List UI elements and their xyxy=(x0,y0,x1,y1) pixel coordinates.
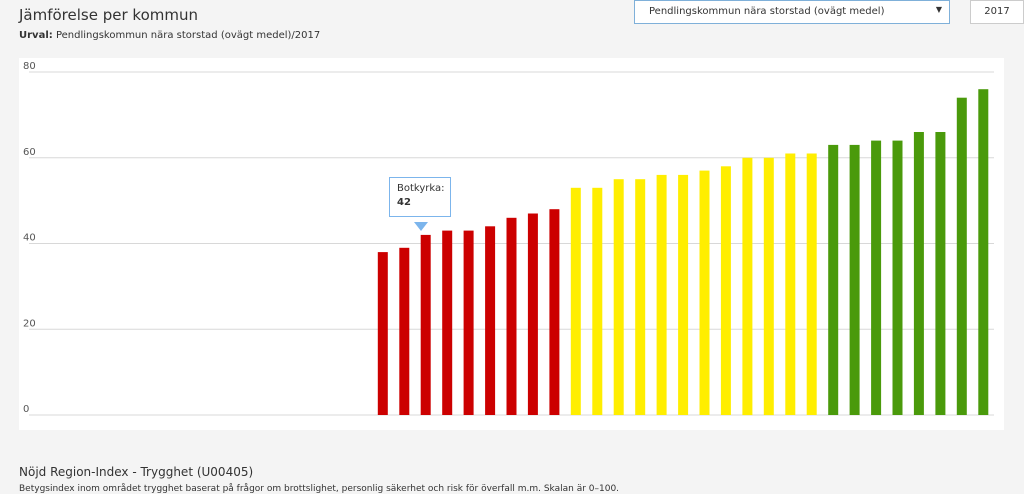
y-tick-label: 60 xyxy=(23,147,36,158)
bar-yellow[interactable] xyxy=(742,157,753,416)
bar-green[interactable] xyxy=(892,140,903,415)
bar-yellow[interactable] xyxy=(592,187,603,415)
section-description: Betygsindex inom området trygghet basera… xyxy=(19,484,620,494)
bar-red[interactable] xyxy=(527,213,538,416)
tooltip-name: Botkyrka: xyxy=(397,183,445,194)
chevron-down-icon: ▼ xyxy=(935,5,942,14)
bar-green[interactable] xyxy=(828,144,839,415)
bar-yellow[interactable] xyxy=(570,187,581,415)
section-title: Nöjd Region-Index - Trygghet (U00405) xyxy=(19,465,254,479)
bar-yellow[interactable] xyxy=(613,179,624,415)
bar-yellow[interactable] xyxy=(785,153,796,416)
y-tick-label: 0 xyxy=(23,404,29,415)
group-select[interactable]: Pendlingskommun nära storstad (ovägt med… xyxy=(634,0,950,24)
bar-green[interactable] xyxy=(913,132,924,415)
tooltip-value: 42 xyxy=(397,197,411,208)
bar-yellow[interactable] xyxy=(656,174,667,415)
bar-green[interactable] xyxy=(978,89,989,415)
subtitle-label: Urval: xyxy=(19,30,53,41)
bar-green[interactable] xyxy=(935,132,946,415)
bar-yellow[interactable] xyxy=(763,157,774,416)
bar-yellow[interactable] xyxy=(635,179,646,415)
bar-chart: 0 20 40 60 80 xyxy=(23,61,994,416)
bar-red[interactable] xyxy=(485,226,496,415)
y-tick-label: 80 xyxy=(23,61,36,72)
y-tick-label: 40 xyxy=(23,233,36,244)
bar-red[interactable] xyxy=(549,209,560,415)
bar-yellow[interactable] xyxy=(699,170,710,415)
bar-red[interactable] xyxy=(420,234,431,415)
y-tick-label: 20 xyxy=(23,318,36,329)
selection-subtitle: Urval: Pendlingskommun nära storstad (ov… xyxy=(19,30,320,41)
bar-yellow[interactable] xyxy=(720,166,731,415)
chart-container: 0 20 40 60 80 xyxy=(19,58,1004,430)
bar-red[interactable] xyxy=(463,230,474,415)
tooltip-pointer xyxy=(414,222,428,231)
group-select-value: Pendlingskommun nära storstad (ovägt med… xyxy=(649,6,885,17)
bar-yellow[interactable] xyxy=(806,153,817,416)
bar-red[interactable] xyxy=(506,217,517,415)
bar-green[interactable] xyxy=(871,140,882,415)
subtitle-value: Pendlingskommun nära storstad (ovägt med… xyxy=(55,30,321,41)
page-title: Jämförelse per kommun xyxy=(19,6,198,24)
bar-green[interactable] xyxy=(956,97,967,415)
bar-red[interactable] xyxy=(377,252,388,415)
chart-tooltip: Botkyrka: 42 xyxy=(389,177,451,217)
bar-green[interactable] xyxy=(849,144,860,415)
bar-red[interactable] xyxy=(399,247,410,415)
bar-red[interactable] xyxy=(442,230,453,415)
bar-yellow[interactable] xyxy=(678,174,689,415)
year-select[interactable]: 2017 xyxy=(970,0,1024,24)
